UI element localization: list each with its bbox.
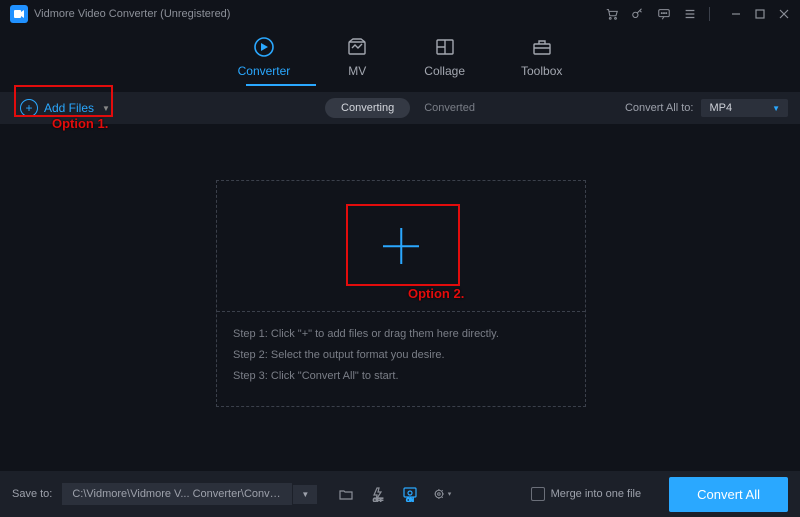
sub-toolbar: + Add Files ▼ Converting Converted Conve… xyxy=(0,92,800,124)
convert-all-button[interactable]: Convert All xyxy=(669,477,788,512)
minimize-button[interactable] xyxy=(730,8,742,20)
merge-checkbox[interactable]: Merge into one file xyxy=(531,487,642,501)
cart-icon[interactable] xyxy=(605,7,617,21)
mv-icon xyxy=(346,36,368,58)
drop-zone[interactable] xyxy=(217,181,585,312)
close-button[interactable] xyxy=(778,8,790,20)
converting-tab[interactable]: Converting xyxy=(325,98,410,118)
instructions: Step 1: Click "+" to add files or drag t… xyxy=(217,312,585,399)
svg-text:ON: ON xyxy=(407,498,415,502)
converter-icon xyxy=(253,36,275,58)
big-plus-icon xyxy=(383,228,419,264)
svg-text:OFF: OFF xyxy=(373,498,383,502)
merge-label: Merge into one file xyxy=(551,488,642,500)
converted-tab[interactable]: Converted xyxy=(424,102,475,114)
save-path-field[interactable]: C:\Vidmore\Vidmore V... Converter\Conver… xyxy=(62,483,292,505)
app-logo xyxy=(10,5,28,23)
drop-stage: Step 1: Click "+" to add files or drag t… xyxy=(216,180,586,407)
open-folder-icon[interactable] xyxy=(337,485,355,503)
step-1-text: Step 1: Click "+" to add files or drag t… xyxy=(233,324,569,345)
key-icon[interactable] xyxy=(631,7,643,21)
chevron-down-icon: ▼ xyxy=(102,104,110,113)
menu-icon[interactable] xyxy=(683,7,695,21)
step-3-text: Step 3: Click "Convert All" to start. xyxy=(233,366,569,387)
tab-mv[interactable]: MV xyxy=(346,36,368,78)
tab-label: Toolbox xyxy=(521,64,562,78)
feedback-icon[interactable] xyxy=(657,7,669,21)
output-format-dropdown[interactable]: MP4 ▼ xyxy=(701,99,788,117)
tab-label: MV xyxy=(348,64,366,78)
settings-icon[interactable]: ▾ xyxy=(433,485,451,503)
tab-label: Collage xyxy=(424,64,465,78)
add-files-label: Add Files xyxy=(44,101,94,115)
plus-circle-icon: + xyxy=(20,99,38,117)
convert-all-to-label: Convert All to: xyxy=(625,102,693,114)
step-2-text: Step 2: Select the output format you des… xyxy=(233,345,569,366)
tab-converter[interactable]: Converter xyxy=(238,36,291,78)
tab-label: Converter xyxy=(238,64,291,78)
high-speed-icon[interactable]: ON xyxy=(401,485,419,503)
format-selected: MP4 xyxy=(709,102,732,114)
maximize-button[interactable] xyxy=(754,8,766,20)
chevron-down-icon: ▼ xyxy=(772,104,780,113)
checkbox-icon xyxy=(531,487,545,501)
app-title: Vidmore Video Converter (Unregistered) xyxy=(34,8,230,20)
save-path-dropdown[interactable]: ▼ xyxy=(293,485,317,504)
toolbox-icon xyxy=(531,36,553,58)
hw-accel-icon[interactable]: OFF xyxy=(369,485,387,503)
main-nav: Converter MV Collage Toolbox xyxy=(0,36,800,78)
add-files-button[interactable]: + Add Files ▼ xyxy=(12,96,118,120)
tab-toolbox[interactable]: Toolbox xyxy=(521,36,562,78)
bottom-bar: Save to: C:\Vidmore\Vidmore V... Convert… xyxy=(0,471,800,517)
collage-icon xyxy=(434,36,456,58)
tab-collage[interactable]: Collage xyxy=(424,36,465,78)
titlebar: Vidmore Video Converter (Unregistered) xyxy=(0,0,800,24)
save-to-label: Save to: xyxy=(12,488,52,500)
